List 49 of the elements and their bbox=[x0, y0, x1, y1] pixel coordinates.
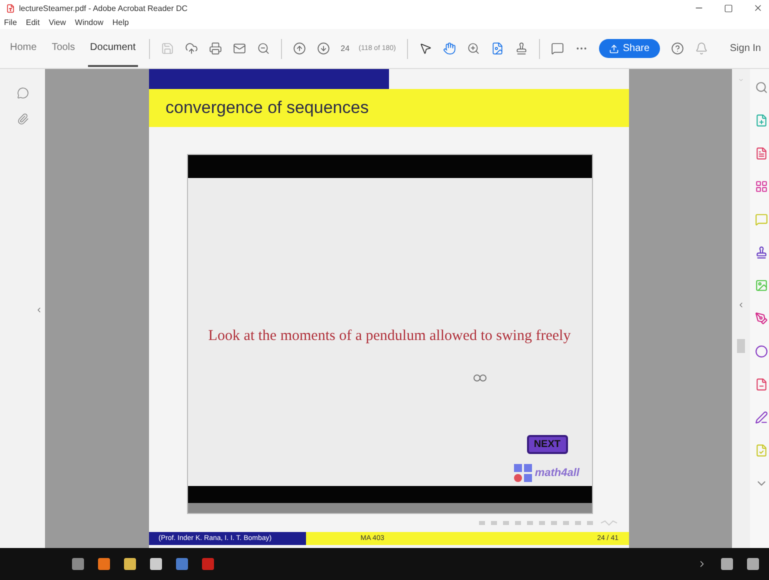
window-title: lectureSteamer.pdf - Adobe Acrobat Reader DC bbox=[19, 4, 189, 12]
video-caption: Look at the moments of a pendulum allowed to swing freely bbox=[208, 328, 571, 345]
glasses-icon bbox=[472, 373, 486, 382]
file-check-icon[interactable] bbox=[755, 444, 768, 457]
comment-icon[interactable] bbox=[550, 42, 564, 55]
bell-icon[interactable] bbox=[694, 42, 708, 55]
stamp-icon[interactable] bbox=[755, 246, 768, 259]
hand-icon[interactable] bbox=[442, 42, 456, 55]
slide-title: convergence of sequences bbox=[166, 98, 369, 118]
close-icon[interactable] bbox=[753, 3, 763, 13]
menu-item[interactable]: Window bbox=[74, 18, 104, 27]
stamp-icon[interactable] bbox=[514, 42, 528, 55]
menu-item[interactable]: File bbox=[4, 18, 17, 27]
sign-in-link[interactable]: Sign In bbox=[730, 43, 761, 54]
share-icon bbox=[608, 44, 619, 54]
expand-icon[interactable] bbox=[737, 301, 745, 309]
image-file-icon[interactable] bbox=[490, 42, 504, 55]
scroll-thumb[interactable] bbox=[737, 339, 745, 353]
zoom-out-icon[interactable] bbox=[256, 42, 270, 55]
edit-icon[interactable] bbox=[755, 411, 768, 424]
collapse-left-icon[interactable] bbox=[35, 306, 43, 314]
mail-icon[interactable] bbox=[232, 42, 246, 55]
page-down-icon[interactable] bbox=[316, 42, 330, 55]
menu-item[interactable]: View bbox=[48, 18, 66, 27]
tab[interactable]: Tools bbox=[50, 30, 78, 67]
grid-icon[interactable] bbox=[755, 180, 768, 193]
pointer-icon[interactable] bbox=[418, 42, 432, 55]
menu-item[interactable]: Help bbox=[112, 18, 129, 27]
print-icon[interactable] bbox=[208, 42, 222, 55]
logo-icon bbox=[514, 464, 532, 482]
pen-icon[interactable] bbox=[755, 312, 768, 325]
file-minus-icon[interactable] bbox=[755, 378, 768, 391]
pdf-icon bbox=[6, 4, 15, 12]
tab[interactable]: Home bbox=[8, 30, 39, 67]
logo-text: math4all bbox=[534, 467, 580, 479]
search-icon[interactable] bbox=[755, 81, 768, 94]
share-button[interactable]: Share bbox=[598, 39, 660, 58]
maximize-icon[interactable] bbox=[724, 4, 733, 12]
help-icon[interactable] bbox=[670, 42, 684, 55]
menu-item[interactable]: Edit bbox=[26, 18, 40, 27]
upload-icon[interactable] bbox=[184, 42, 198, 55]
tab[interactable]: Document bbox=[88, 30, 138, 67]
file-plus-icon[interactable] bbox=[755, 114, 768, 127]
comment-icon[interactable] bbox=[16, 87, 28, 99]
page-number-field[interactable]: 24 bbox=[340, 44, 357, 53]
attachment-icon[interactable] bbox=[16, 113, 28, 125]
page-up-icon[interactable] bbox=[292, 42, 306, 55]
zoom-in-icon[interactable] bbox=[466, 42, 480, 55]
circle-icon[interactable] bbox=[755, 345, 768, 358]
